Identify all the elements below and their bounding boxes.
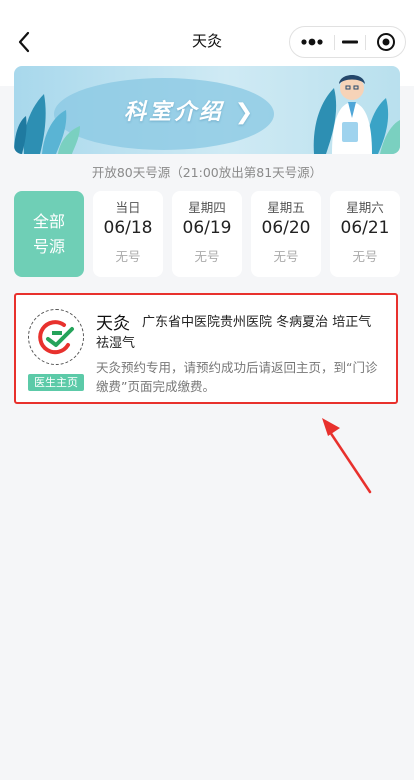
day-card[interactable]: 星期四 06/19 无号 — [172, 191, 242, 277]
day-date: 06/20 — [261, 218, 311, 238]
minus-icon — [342, 40, 358, 44]
day-weekday: 星期五 — [267, 200, 305, 215]
day-availability: 无号 — [273, 249, 299, 264]
hospital-logo-icon — [38, 320, 74, 355]
all-slots-label-line1: 全部 — [32, 212, 65, 231]
booking-window-info: 开放80天号源（21:00放出第81天号源） — [91, 165, 323, 180]
doctor-hospital: 广东省中医院贵州医院 冬病夏治 培正气 祛湿气 — [96, 315, 372, 351]
close-button[interactable] — [366, 27, 406, 57]
day-card[interactable]: 星期五 06/20 无号 — [251, 191, 321, 277]
banner-title: 科室介绍 ❯ — [124, 94, 256, 126]
mini-program-capsule — [289, 26, 406, 58]
all-slots-label-line2: 号源 — [32, 237, 65, 256]
day-card[interactable]: 星期六 06/21 无号 — [330, 191, 400, 277]
target-circle-icon — [377, 33, 395, 51]
chevron-right-icon: ❯ — [234, 100, 257, 125]
more-dots-icon — [301, 38, 323, 46]
day-availability: 无号 — [115, 249, 141, 264]
day-card[interactable]: 当日 06/18 无号 — [93, 191, 163, 277]
banner-text: 科室介绍 — [124, 100, 225, 125]
day-weekday: 星期六 — [346, 200, 384, 215]
day-weekday: 星期四 — [188, 200, 226, 215]
day-availability: 无号 — [352, 249, 378, 264]
day-date: 06/21 — [340, 218, 390, 238]
day-availability: 无号 — [194, 249, 220, 264]
day-date: 06/19 — [182, 218, 232, 238]
minimize-button[interactable] — [335, 27, 365, 57]
day-weekday: 当日 — [115, 200, 141, 215]
day-date: 06/18 — [103, 218, 153, 238]
department-intro-banner[interactable]: 科室介绍 ❯ — [14, 66, 400, 154]
annotation-arrow-icon — [322, 418, 372, 494]
all-slots-button[interactable]: 全部 号源 — [14, 191, 84, 277]
doctor-homepage-tag[interactable]: 医生主页 — [28, 374, 84, 391]
doctor-description: 天灸预约专用，请预约成功后请返回主页，到“门诊缴费”页面完成缴费。 — [96, 360, 378, 394]
more-button[interactable] — [290, 27, 334, 57]
doctor-card[interactable]: 医生主页 天灸 广东省中医院贵州医院 冬病夏治 培正气 祛湿气 天灸预约专用，请… — [14, 293, 398, 404]
avatar — [28, 309, 84, 365]
